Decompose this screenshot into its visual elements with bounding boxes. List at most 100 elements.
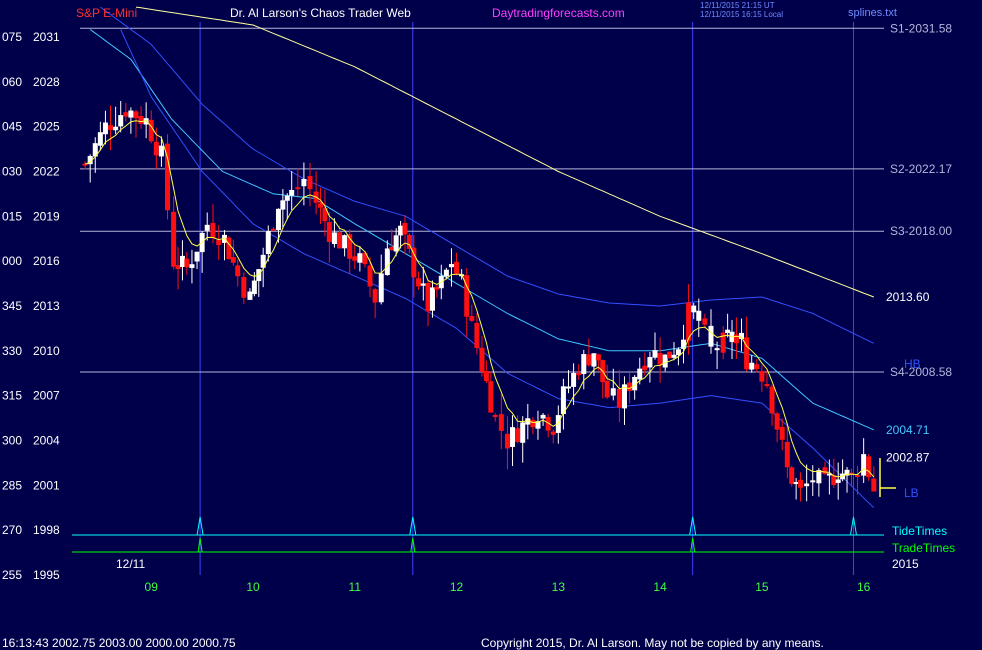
candle-body bbox=[307, 176, 313, 190]
candle-body bbox=[179, 255, 185, 267]
candle-body bbox=[784, 441, 790, 468]
data-file-name: splines.txt bbox=[848, 7, 897, 19]
tide-times-track bbox=[72, 516, 884, 536]
chart-canvas: S1-2031.58 S2-2022.17 S3-2018.00 S4-2008.58… bbox=[2, 6, 955, 594]
candle-body bbox=[247, 291, 253, 300]
candle-body bbox=[393, 235, 399, 252]
x-tick-label: 09 bbox=[145, 580, 159, 594]
candle-body bbox=[352, 256, 358, 261]
candle-body bbox=[133, 111, 139, 119]
candle-body bbox=[595, 354, 601, 361]
year-label: 2015 bbox=[892, 557, 919, 571]
x-tick-label: 16 bbox=[857, 580, 871, 594]
overlay-band-bot bbox=[120, 29, 875, 509]
trade-times-track bbox=[72, 537, 884, 553]
candle-body bbox=[855, 474, 861, 477]
candle-body bbox=[616, 388, 622, 408]
candle-body bbox=[804, 483, 810, 487]
candle-body bbox=[378, 273, 384, 303]
y-tick-left: 345 bbox=[2, 299, 22, 313]
candle-body bbox=[398, 225, 404, 236]
candle-body bbox=[171, 211, 177, 267]
candle-body bbox=[420, 283, 426, 286]
y-tick-left: 075 bbox=[2, 30, 22, 44]
y-tick-left: 030 bbox=[2, 164, 22, 178]
candle-body bbox=[289, 190, 295, 196]
candle-body bbox=[331, 232, 337, 245]
level-label: S2-2022.17 bbox=[890, 162, 952, 176]
candle-body bbox=[189, 264, 195, 268]
candle-body bbox=[586, 354, 592, 366]
candle-body bbox=[492, 414, 498, 417]
candle-body bbox=[604, 380, 610, 398]
candle-body bbox=[691, 305, 697, 313]
candle-body bbox=[148, 119, 154, 142]
timestamp-local: 12/11/2015 16:15 Local bbox=[700, 10, 784, 19]
candle-body bbox=[504, 433, 510, 449]
y-tick-value: 2010 bbox=[33, 344, 60, 358]
fast-average bbox=[84, 120, 875, 478]
candle-body bbox=[822, 467, 828, 474]
candle-body bbox=[816, 470, 822, 484]
y-tick-value: 1995 bbox=[33, 568, 60, 582]
candle-body bbox=[566, 386, 572, 389]
website-link[interactable]: Daytradingforecasts.com bbox=[492, 6, 625, 20]
x-tick-label: 13 bbox=[552, 580, 566, 594]
candle-body bbox=[764, 383, 770, 386]
candle-body bbox=[337, 232, 343, 249]
line-end-label: 2004.71 bbox=[886, 423, 930, 437]
candle-body bbox=[448, 264, 454, 268]
candle-body bbox=[241, 277, 247, 298]
y-tick-value: 2031 bbox=[33, 30, 60, 44]
candle-body bbox=[483, 370, 489, 382]
candle-body bbox=[647, 357, 653, 368]
candle-body bbox=[861, 454, 867, 476]
y-tick-value: 2016 bbox=[33, 254, 60, 268]
x-tick-label: 15 bbox=[755, 580, 769, 594]
candle-body bbox=[759, 371, 765, 382]
candle-body bbox=[769, 386, 775, 414]
x-tick-label: 10 bbox=[246, 580, 260, 594]
candle-body bbox=[469, 316, 475, 321]
y-tick-value: 2022 bbox=[33, 164, 60, 178]
candle-body bbox=[118, 115, 124, 127]
last-quote: 16:13:43 2002.75 2003.00 2000.00 2000.75 bbox=[2, 636, 236, 650]
candle-body bbox=[610, 388, 616, 396]
candle-body bbox=[194, 251, 200, 262]
candle-body bbox=[675, 349, 681, 356]
candle-body bbox=[153, 141, 159, 156]
y-tick-left: 315 bbox=[2, 389, 22, 403]
candle-body bbox=[696, 310, 702, 321]
level-label: S4-2008.58 bbox=[890, 365, 952, 379]
candle-body bbox=[295, 187, 301, 190]
copyright-notice: Copyright 2015, Dr. Al Larson. May not b… bbox=[481, 636, 824, 650]
candle-body bbox=[184, 258, 190, 268]
candle-body bbox=[384, 248, 390, 276]
candle-body bbox=[326, 222, 332, 242]
y-tick-value: 2007 bbox=[33, 389, 60, 403]
candle-body bbox=[515, 428, 521, 443]
candle-body bbox=[798, 479, 804, 488]
y-tick-left: 285 bbox=[2, 478, 22, 492]
y-tick-left: 255 bbox=[2, 568, 22, 582]
candle-body bbox=[226, 237, 232, 260]
candle-body bbox=[810, 480, 816, 483]
candle-body bbox=[128, 110, 134, 118]
y-tick-left: 300 bbox=[2, 433, 22, 447]
candle-body bbox=[280, 200, 286, 210]
candle-body bbox=[416, 278, 422, 287]
candle-body bbox=[793, 482, 799, 485]
chart-text: 255 1995 270 1998 285 2001 300 2004 315 2007 330 20… bbox=[2, 30, 955, 594]
symbol-title: S&P E-Mini bbox=[76, 6, 138, 20]
time-grid-lines bbox=[199, 22, 854, 575]
y-tick-left: 330 bbox=[2, 344, 22, 358]
candle-body bbox=[230, 257, 236, 263]
candle-body bbox=[708, 325, 714, 347]
y-tick-left: 015 bbox=[2, 209, 22, 223]
candle-body bbox=[102, 122, 108, 135]
candle-body bbox=[367, 265, 373, 287]
candle-body bbox=[454, 261, 460, 274]
y-tick-value: 2013 bbox=[33, 299, 60, 313]
candle-body bbox=[725, 329, 731, 333]
y-tick-left: 270 bbox=[2, 523, 22, 537]
